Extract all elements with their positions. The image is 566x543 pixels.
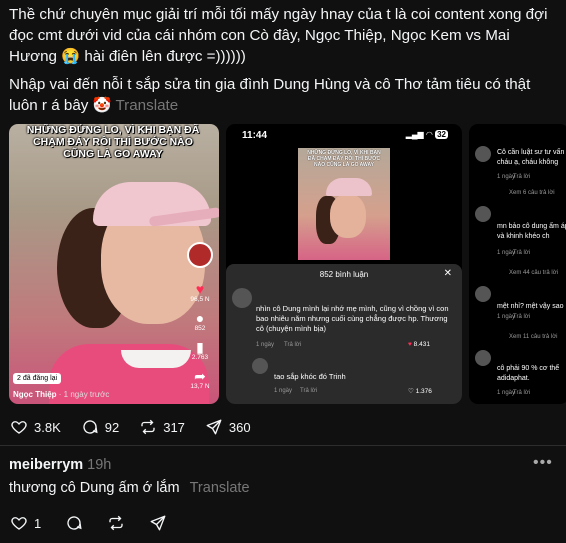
video-thumbnail-1[interactable]: NHỮNG ĐỨNG LO, VÌ KHI BẠN ĐÃ CHẠM ĐÁY RỒ… <box>9 124 219 404</box>
heart-icon <box>11 421 27 434</box>
mini-video-thumbnail: NHỮNG ĐỨNG LO, VÌ KHI BẠN ĐÃ CHẠM ĐÁY RỒ… <box>298 148 390 260</box>
repost-icon <box>141 419 155 435</box>
bookmark-icon[interactable]: ▮ <box>185 340 215 354</box>
video-side-actions: ♥ 96,5 N ● 852 ▮ 2.763 ➦ 13,7 N <box>185 242 215 398</box>
comment-screenshot-2[interactable]: Cô cần luật sư tư vấn cháu ạ, cháu không… <box>469 124 566 404</box>
post-paragraph-2: Nhập vai đến nỗi t sắp sửa tin gia đình … <box>9 76 531 114</box>
comment-text: nhìn cô Dung mình lại nhớ mẹ mình, cũng … <box>256 304 449 333</box>
video-comment-count: 852 <box>194 325 206 332</box>
share-button[interactable]: 360 <box>205 418 251 436</box>
reply-like-button[interactable]: 1 <box>10 514 41 532</box>
video-username: Ngọc Thiệp · 1 ngày trước <box>13 390 110 399</box>
comment-like-count: ♥ 8.431 <box>408 341 430 348</box>
more-icon[interactable]: ••• <box>533 454 553 472</box>
repost-icon <box>109 515 123 531</box>
reply-share-button[interactable] <box>149 514 167 532</box>
avatar <box>475 286 491 302</box>
post-action-bar: 3.8K 92 317 360 <box>10 418 251 436</box>
comment-icon <box>83 420 98 434</box>
repost-count: 317 <box>163 419 185 435</box>
reply-repost-button[interactable] <box>107 514 125 532</box>
heart-icon <box>11 517 27 530</box>
status-icons: ▂▄▆ ◠ 32 <box>405 130 448 139</box>
share-count: 360 <box>228 419 251 435</box>
reply-comment-button[interactable] <box>65 514 83 532</box>
avatar <box>475 206 491 222</box>
share-arrow-icon[interactable]: ➦ <box>185 369 215 383</box>
comment-icon[interactable]: ● <box>185 311 215 325</box>
reply-action-bar: 1 <box>10 514 167 532</box>
comments-sheet: 852 bình luận ✕ nhìn cô Dung mình lại nh… <box>226 264 462 404</box>
avatar <box>252 358 268 374</box>
avatar <box>475 350 491 366</box>
close-icon[interactable]: ✕ <box>444 268 452 279</box>
avatar <box>232 288 252 308</box>
avatar[interactable] <box>187 242 213 268</box>
translate-link[interactable]: Translate <box>190 480 250 496</box>
repost-button[interactable]: 317 <box>139 418 185 436</box>
video-like-count: 96,5 N <box>190 296 210 303</box>
reply-timestamp: 19h <box>87 457 112 473</box>
comment-count: 92 <box>104 419 120 435</box>
comment-screenshot-1[interactable]: 11:44 ▂▄▆ ◠ 32 NHỮNG ĐỨNG LO, VÌ KHI BẠN… <box>226 124 462 404</box>
video-save-count: 2.763 <box>191 354 209 361</box>
reply-author: meiberrym 19h <box>9 457 111 473</box>
comment-button[interactable]: 92 <box>81 418 119 436</box>
comment-text: tao sắp khóc đó Trinh <box>274 372 346 381</box>
like-count: 3.8K <box>34 419 61 435</box>
reply-link[interactable]: Trả lời <box>300 388 317 394</box>
post-paragraph-1: Thề chứ chuyên mục giải trí mỗi tối mấy … <box>9 6 548 65</box>
comment-icon <box>67 516 82 530</box>
reply-like-count: 1 <box>34 515 42 531</box>
like-button[interactable]: 3.8K <box>10 418 61 436</box>
share-icon <box>206 419 222 435</box>
video-share-count: 13,7 N <box>190 383 210 390</box>
avatar <box>475 146 491 162</box>
video-caption: NHỮNG ĐỨNG LO, VÌ KHI BẠN ĐÃ CHẠM ĐÁY RỒ… <box>26 124 200 160</box>
divider <box>0 445 566 446</box>
reposted-badge: 2 đã đăng lại <box>13 373 62 384</box>
status-clock: 11:44 <box>242 130 268 141</box>
translate-link[interactable]: Translate <box>115 97 178 114</box>
reply-link[interactable]: Trả lời <box>284 342 301 348</box>
heart-icon[interactable]: ♥ <box>185 282 215 296</box>
comments-sheet-title: 852 bình luận <box>319 270 369 279</box>
reply-username[interactable]: meiberrym <box>9 457 83 473</box>
reply-text: thương cô Dung ấm ớ lắm Translate <box>9 480 250 496</box>
share-icon <box>150 515 166 531</box>
comment-like-count: ♡ 1.376 <box>408 388 432 395</box>
